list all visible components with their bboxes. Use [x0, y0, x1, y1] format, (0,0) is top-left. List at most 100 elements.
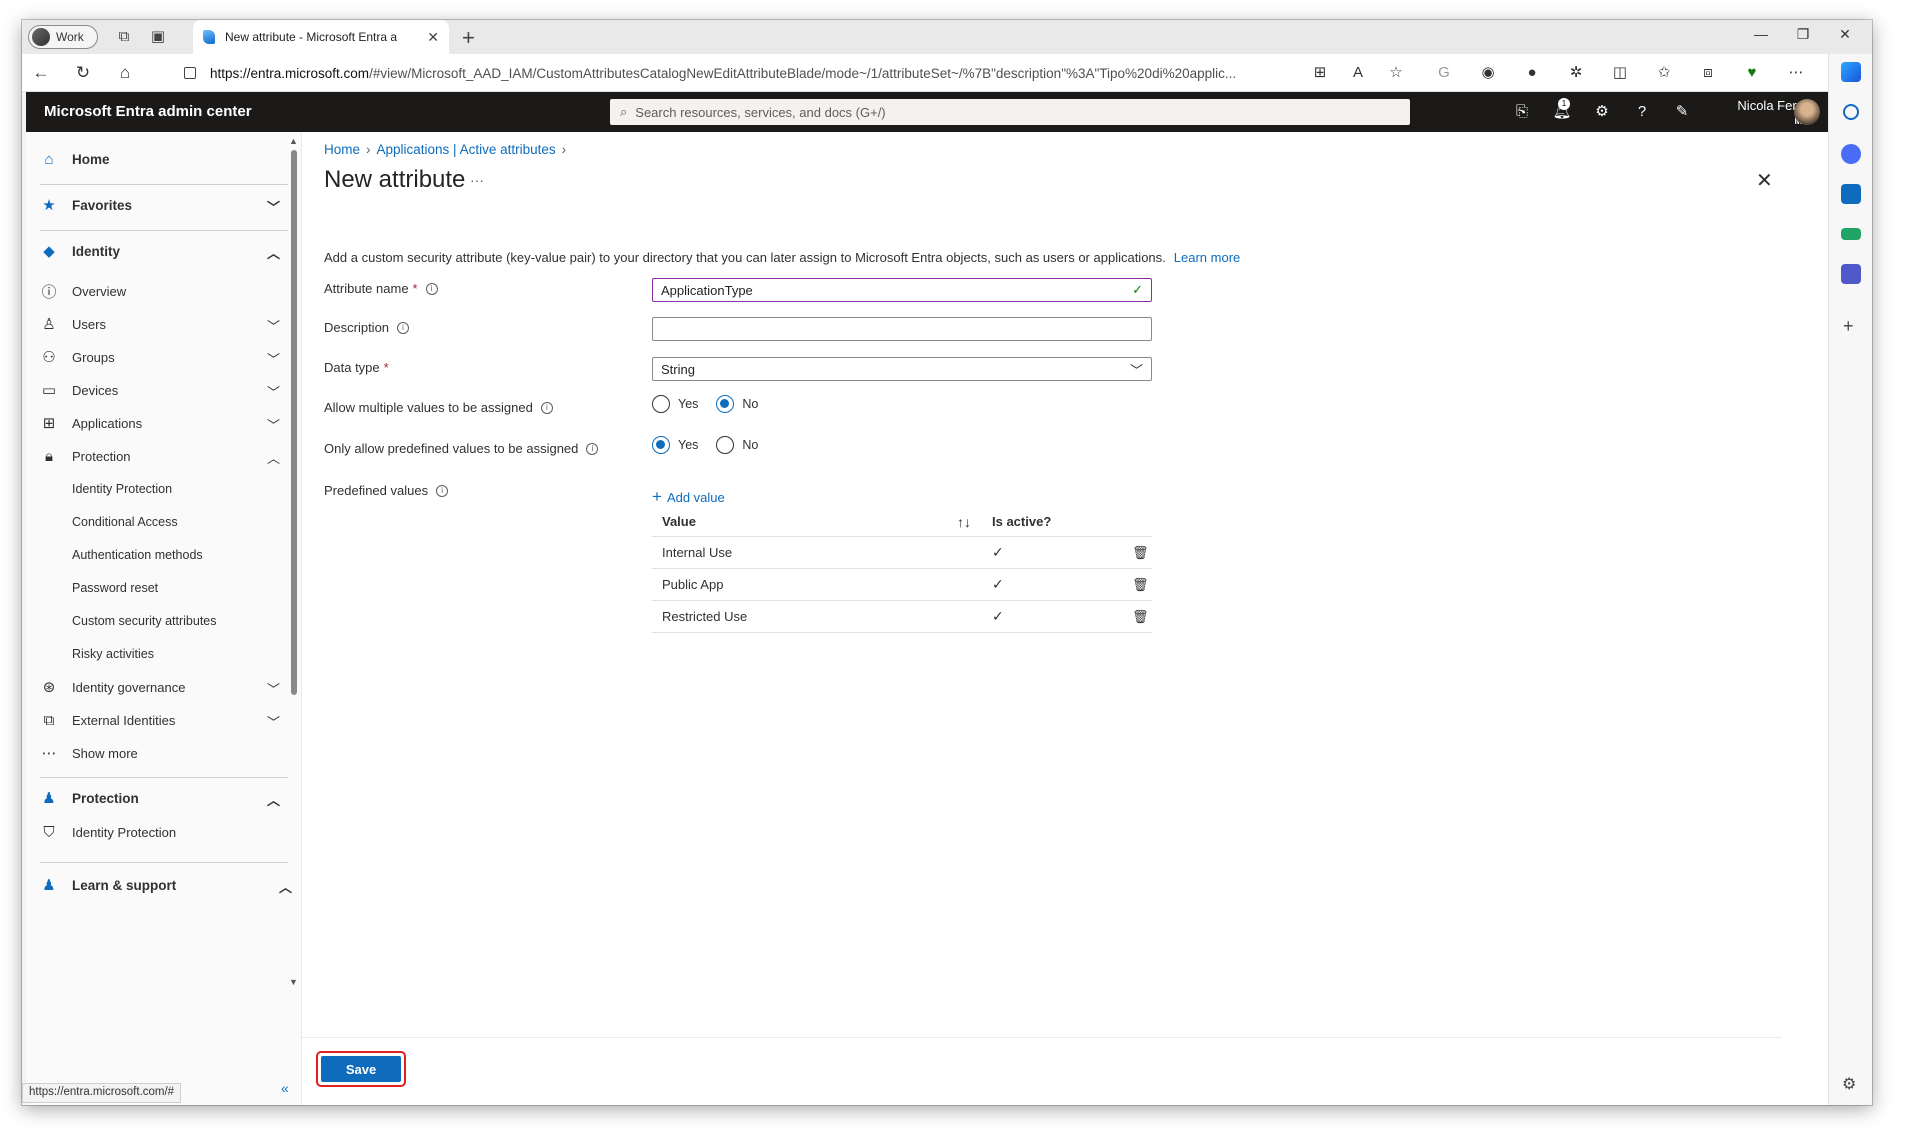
browser-essentials-icon[interactable]: ♥: [1742, 63, 1762, 83]
feedback-icon[interactable]: ✎: [1672, 102, 1692, 122]
new-tab-icon[interactable]: +: [462, 25, 475, 51]
table-row[interactable]: Restricted Use ✓ 🗑︎: [652, 601, 1152, 633]
teams-icon[interactable]: [1841, 264, 1861, 284]
workspaces-icon[interactable]: ⧉: [114, 27, 134, 47]
user-icon: ♙: [42, 316, 56, 333]
nav-groups[interactable]: ⚇ Groups ﹀: [26, 342, 288, 372]
restore-icon[interactable]: ❐: [1788, 26, 1818, 43]
settings-icon[interactable]: ⚙: [1592, 102, 1612, 122]
breadcrumb-chevron-icon: ›: [366, 142, 371, 157]
split-screen-icon[interactable]: ◫: [1610, 63, 1630, 83]
back-icon[interactable]: ←: [30, 62, 52, 84]
column-value-header[interactable]: Value: [662, 514, 696, 529]
url-text: https://entra.microsoft.com/#view/Micros…: [210, 65, 1237, 81]
nav-learn-support[interactable]: ♟ Learn & support ︿: [26, 870, 292, 900]
scroll-thumb[interactable]: [291, 150, 297, 695]
lock-icon[interactable]: [184, 67, 196, 79]
multi-no-radio[interactable]: [716, 395, 735, 413]
check-icon: ✓: [992, 608, 1004, 624]
close-blade-icon[interactable]: ✕: [1756, 168, 1773, 193]
app-available-icon[interactable]: ⊞: [1310, 63, 1330, 83]
info-icon[interactable]: i: [540, 401, 553, 414]
portal-search[interactable]: ⌕ Search resources, services, and docs (…: [610, 99, 1410, 125]
settings-more-icon[interactable]: ⋯: [1786, 63, 1806, 83]
delete-icon[interactable]: 🗑︎: [1132, 545, 1149, 561]
extension-shield-icon[interactable]: ◉: [1478, 63, 1498, 83]
nav-custom-security-attributes[interactable]: Custom security attributes: [26, 606, 288, 636]
chevron-up-icon: ︿: [266, 793, 280, 808]
address-bar[interactable]: https://entra.microsoft.com/#view/Micros…: [172, 58, 1362, 88]
tab-active[interactable]: New attribute - Microsoft Entra a ✕: [193, 20, 449, 54]
user-avatar[interactable]: [1794, 99, 1820, 125]
refresh-icon[interactable]: ↻: [72, 62, 94, 84]
home-icon[interactable]: ⌂: [114, 62, 136, 84]
more-actions-icon[interactable]: ···: [470, 172, 484, 188]
breadcrumb-applications[interactable]: Applications | Active attributes: [377, 142, 556, 157]
drop-icon[interactable]: [1841, 228, 1861, 240]
nav-authentication-methods[interactable]: Authentication methods: [26, 540, 288, 570]
help-icon[interactable]: ?: [1632, 102, 1652, 122]
scroll-down-icon[interactable]: ▼: [289, 977, 298, 987]
breadcrumb-home[interactable]: Home: [324, 142, 360, 157]
info-icon[interactable]: i: [586, 442, 599, 455]
collections-icon[interactable]: ⧈: [1698, 63, 1718, 83]
outlook-icon[interactable]: [1841, 184, 1861, 204]
nav-devices[interactable]: ▭ Devices ﹀: [26, 375, 288, 405]
extension-dark-icon[interactable]: ●: [1522, 63, 1542, 83]
predef-no-radio[interactable]: [716, 436, 735, 454]
profile-button[interactable]: Work: [28, 25, 98, 49]
copilot-topbar-icon[interactable]: ⎘: [1512, 102, 1532, 122]
shopping-icon[interactable]: [1841, 144, 1861, 164]
nav-favorites[interactable]: ★ Favorites ﹀: [26, 190, 288, 220]
favorite-star-icon[interactable]: ☆: [1386, 63, 1406, 83]
window-close-icon[interactable]: ✕: [1830, 26, 1860, 43]
delete-icon[interactable]: 🗑︎: [1132, 577, 1149, 593]
google-ext-icon[interactable]: G: [1434, 63, 1454, 83]
nav-users[interactable]: ♙ Users ﹀: [26, 309, 288, 339]
table-row[interactable]: Internal Use ✓ 🗑︎: [652, 537, 1152, 569]
favorites-icon[interactable]: ✩: [1654, 63, 1674, 83]
nav-external-identities[interactable]: ⧉ External Identities ﹀: [26, 705, 288, 735]
nav-identity-protection-2[interactable]: ⛉ Identity Protection: [26, 817, 288, 847]
save-button[interactable]: Save: [321, 1056, 401, 1082]
info-icon[interactable]: i: [425, 282, 438, 295]
portal-brand[interactable]: Microsoft Entra admin center: [44, 103, 252, 120]
attribute-name-input[interactable]: ApplicationType ✓: [652, 278, 1152, 302]
info-icon[interactable]: i: [436, 484, 449, 497]
nav-home[interactable]: ⌂ Home: [26, 144, 288, 174]
scroll-up-icon[interactable]: ▲: [289, 136, 298, 146]
description-input[interactable]: [652, 317, 1152, 341]
multi-yes-radio[interactable]: [652, 395, 670, 413]
tab-close-icon[interactable]: ✕: [427, 29, 439, 46]
info-icon[interactable]: i: [397, 321, 410, 334]
minimize-icon[interactable]: —: [1746, 26, 1776, 42]
sort-icon[interactable]: ↑↓: [957, 514, 971, 530]
learn-more-link[interactable]: Learn more: [1174, 250, 1240, 265]
nav-applications[interactable]: ⊞ Applications ﹀: [26, 408, 288, 438]
collapse-nav-icon[interactable]: «: [281, 1080, 289, 1096]
predef-yes-radio[interactable]: [652, 436, 670, 454]
nav-risky-activities[interactable]: Risky activities: [26, 639, 288, 669]
search-icon[interactable]: [1843, 104, 1859, 120]
nav-identity[interactable]: ◆ Identity ︿: [26, 236, 288, 266]
nav-identity-governance[interactable]: ⊛ Identity governance ﹀: [26, 672, 288, 702]
read-aloud-icon[interactable]: A: [1348, 63, 1368, 83]
nav-conditional-access[interactable]: Conditional Access: [26, 507, 288, 537]
tab-strip: Work ⧉ ▣ New attribute - Microsoft Entra…: [22, 20, 1872, 54]
nav-overview[interactable]: ⓘ Overview: [26, 276, 288, 306]
nav-protection-section[interactable]: ♟ Protection ︿: [26, 783, 288, 813]
copilot-icon[interactable]: [1841, 62, 1861, 82]
vertical-tabs-icon[interactable]: ▣: [148, 27, 168, 47]
data-type-select[interactable]: String ﹀: [652, 357, 1152, 381]
sidebar-settings-icon[interactable]: ⚙: [1842, 1074, 1856, 1094]
extensions-icon[interactable]: ✲: [1566, 63, 1586, 83]
nav-identity-protection[interactable]: Identity Protection: [26, 474, 288, 504]
add-value-button[interactable]: + Add value: [652, 487, 725, 507]
delete-icon[interactable]: 🗑︎: [1132, 609, 1149, 625]
nav-scrollbar[interactable]: ▲ ▼: [289, 136, 298, 987]
nav-show-more[interactable]: ⋯ Show more: [26, 738, 288, 768]
nav-protection[interactable]: 🔒︎ Protection ︿: [26, 441, 288, 471]
table-row[interactable]: Public App ✓ 🗑︎: [652, 569, 1152, 601]
add-sidebar-app-icon[interactable]: +: [1843, 316, 1854, 337]
nav-password-reset[interactable]: Password reset: [26, 573, 288, 603]
